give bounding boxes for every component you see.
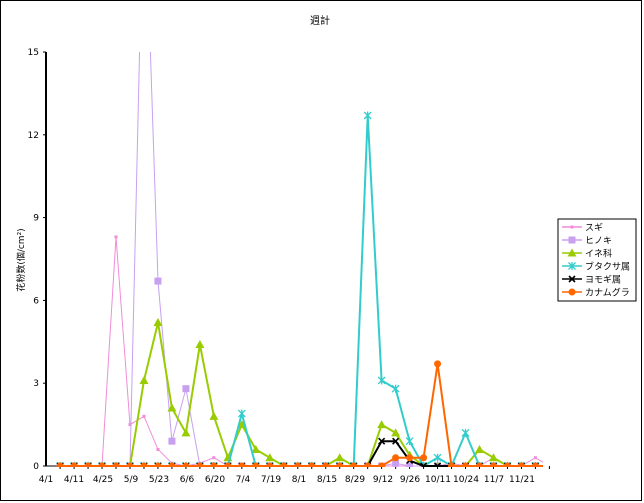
data-point — [570, 225, 574, 229]
series-line — [60, 115, 543, 467]
data-point — [114, 235, 118, 239]
data-point — [391, 384, 400, 393]
data-point — [265, 453, 275, 462]
x-tick-label: 4/1 — [39, 475, 53, 485]
data-point — [142, 414, 146, 418]
data-point — [433, 453, 442, 462]
x-tick-label: 4/11 — [64, 475, 84, 485]
x-tick-label: 11/7 — [484, 475, 504, 485]
legend-label: ヒノキ — [585, 236, 612, 247]
data-point — [475, 444, 484, 453]
x-tick-label: 8/1 — [292, 475, 306, 485]
data-point — [391, 428, 401, 437]
x-ticks: 4/1 4/11 4/25 5/9 5/23 6/6 6/20 7/4 7/19 8/1 8/15 8… — [39, 466, 550, 485]
data-point — [568, 236, 576, 244]
y-tick-label: 3 — [33, 379, 39, 389]
data-point — [377, 376, 386, 385]
data-point — [406, 454, 414, 462]
y-tick-label: 15 — [28, 48, 39, 58]
legend: スギヒノキイネ科ブタクサ属ヨモギ属カナムグラ — [557, 218, 637, 302]
x-tick-label: 9/12 — [373, 475, 393, 485]
x-tick-label: 10/24 — [453, 475, 479, 485]
series-line — [60, 322, 543, 467]
data-point — [335, 453, 345, 462]
legend-label: ブタクサ属 — [585, 261, 630, 273]
data-point — [168, 437, 176, 445]
legend-label: ヨモギ属 — [585, 275, 621, 286]
x-tick-label: 8/15 — [317, 475, 337, 485]
y-axis-label-group: 花粉数(個/cm²) — [15, 228, 27, 291]
data-point — [405, 437, 414, 446]
data-point — [568, 288, 576, 296]
line-chart: 週計 花粉数(個/cm²) 0 3 6 9 12 15 4/1 4/11 4/25 5/9 5/2… — [15, 14, 637, 485]
data-point — [181, 428, 191, 437]
data-point — [533, 456, 537, 460]
chart-title: 週計 — [310, 14, 330, 27]
data-point — [461, 428, 470, 437]
data-point — [156, 447, 160, 451]
x-tick-label: 6/20 — [205, 475, 225, 485]
x-tick-label: 7/19 — [261, 475, 281, 485]
x-tick-label: 11/21 — [509, 475, 535, 485]
x-tick-label: 8/29 — [345, 475, 365, 485]
series-2 — [56, 52, 543, 467]
data-point — [420, 454, 428, 462]
x-tick-label: 7/4 — [236, 475, 251, 485]
series-group — [56, 52, 543, 467]
x-tick-label: 5/9 — [124, 475, 139, 485]
y-ticks: 0 3 6 9 12 15 — [28, 48, 46, 472]
series-line — [60, 236, 543, 467]
series-line — [60, 52, 543, 467]
y-tick-label: 9 — [33, 214, 39, 224]
legend-label: イネ科 — [585, 248, 612, 260]
data-point — [139, 375, 149, 384]
data-point — [434, 360, 442, 368]
x-tick-label: 6/6 — [180, 475, 195, 485]
data-point — [363, 111, 372, 120]
data-point — [195, 340, 205, 349]
y-axis-label: 花粉数(個/cm²) — [15, 228, 27, 291]
y-tick-label: 12 — [28, 131, 39, 141]
y-tick-label: 6 — [33, 296, 39, 306]
data-point — [488, 453, 498, 462]
data-point — [212, 456, 216, 460]
data-point — [154, 277, 162, 285]
x-tick-label: 4/25 — [93, 475, 113, 485]
legend-label: スギ — [585, 223, 603, 234]
x-tick-label: 5/23 — [149, 475, 169, 485]
x-tick-label: 9/26 — [400, 475, 420, 485]
data-point — [209, 411, 219, 420]
data-point — [377, 420, 387, 429]
y-tick-label: 0 — [33, 462, 39, 472]
data-point — [392, 454, 400, 462]
data-point — [237, 409, 246, 418]
legend-label: カナムグラ — [585, 287, 630, 299]
axes — [45, 52, 539, 467]
data-point — [182, 385, 190, 393]
x-tick-label: 10/11 — [425, 475, 451, 485]
